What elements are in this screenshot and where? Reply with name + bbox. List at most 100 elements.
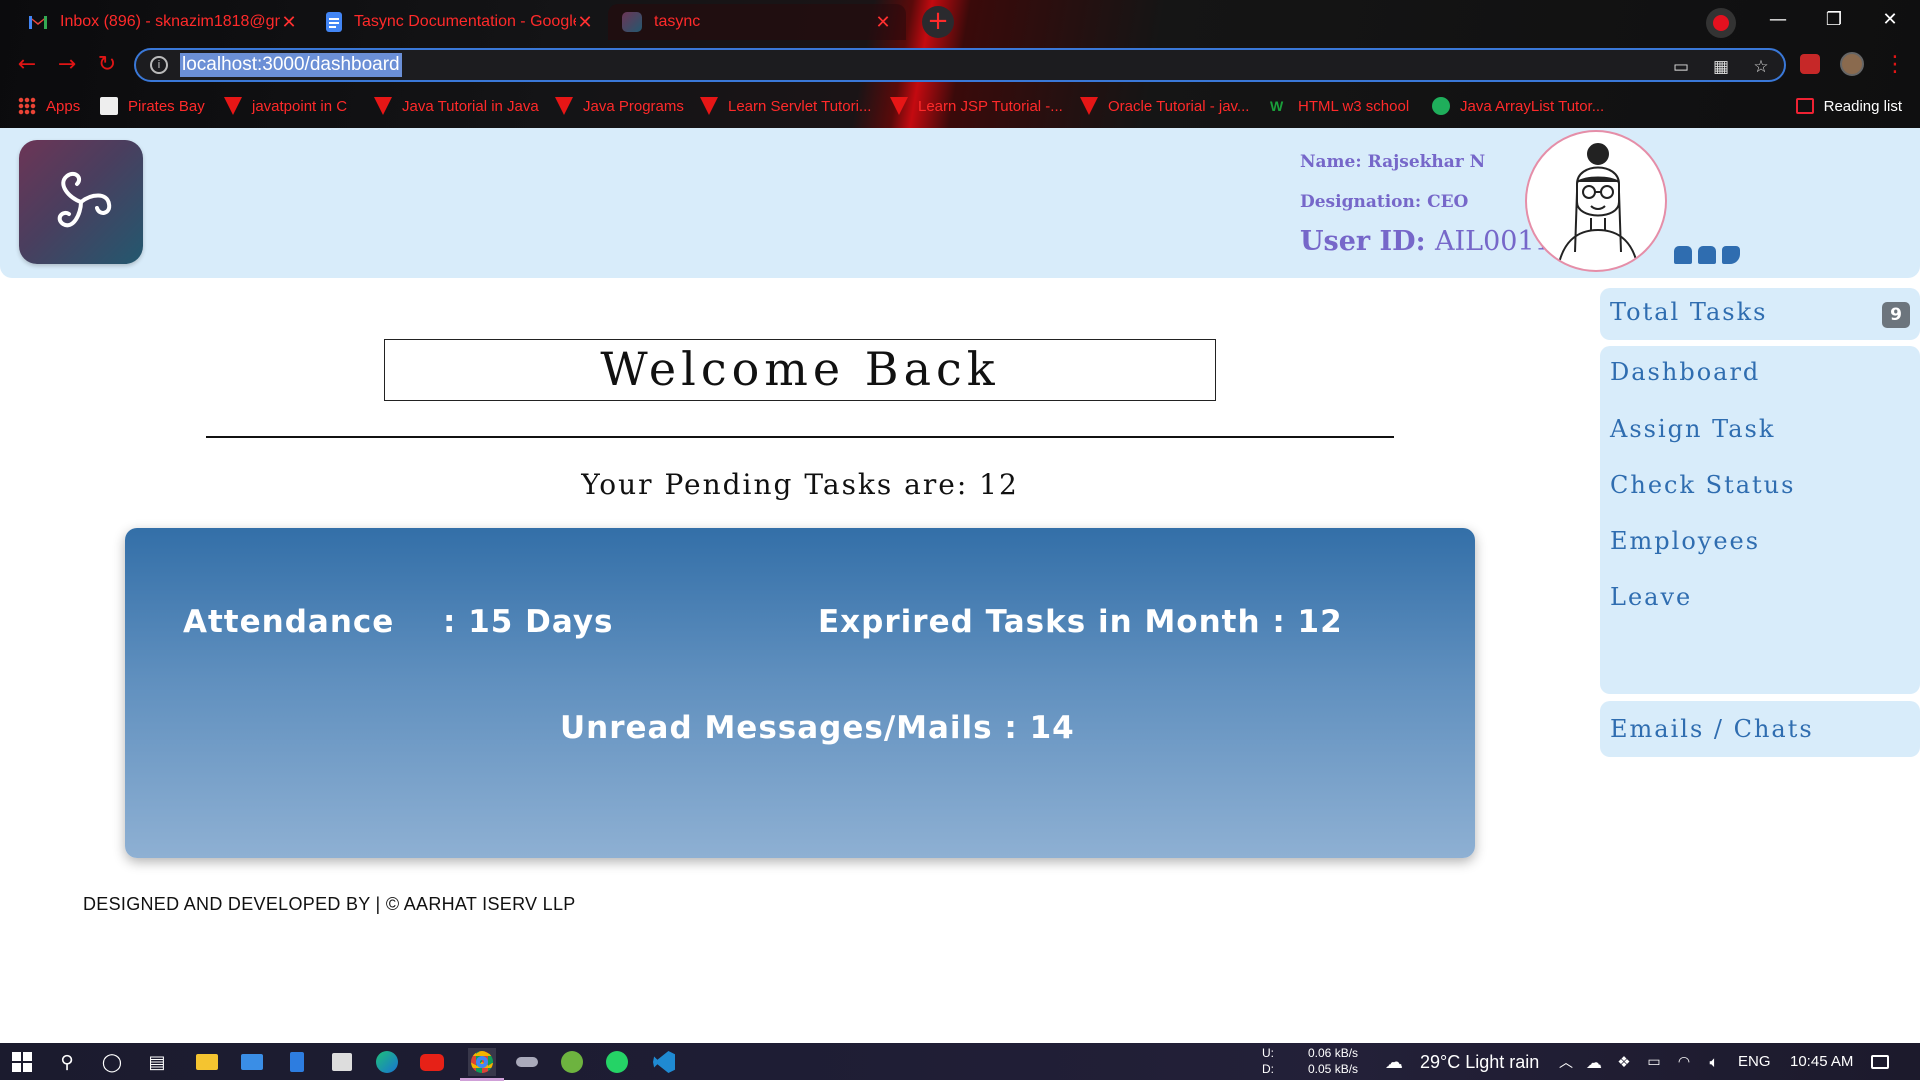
forward-icon[interactable]: →	[52, 50, 82, 80]
store-icon[interactable]	[328, 1048, 356, 1076]
user-designation: Designation: CEO	[1300, 192, 1468, 212]
bookmark-jsp[interactable]: Learn JSP Tutorial -...	[890, 93, 1063, 119]
sidebar-item-emails-chats: Emails / Chats	[1610, 715, 1814, 743]
address-bar[interactable]: i localhost:3000/dashboard ▭ ▦ ☆	[134, 48, 1786, 82]
search-icon[interactable]: ⚲	[53, 1048, 81, 1076]
record-icon[interactable]	[1706, 8, 1736, 38]
pirate-ship-icon	[100, 97, 118, 115]
arraylist-icon	[1432, 97, 1450, 115]
weather-text[interactable]: 29°C Light rain	[1420, 1052, 1539, 1073]
bookmark-label: HTML w3 school	[1298, 97, 1410, 115]
edge-icon[interactable]	[373, 1048, 401, 1076]
bookmark-java-programs[interactable]: Java Programs	[555, 93, 684, 119]
javatpoint-icon	[555, 97, 573, 115]
back-icon[interactable]: ←	[12, 50, 42, 80]
task-view-icon[interactable]: ▤	[143, 1048, 171, 1076]
attendance-value: : 15 Days	[443, 604, 614, 640]
emails-chats-box[interactable]: Emails / Chats	[1600, 701, 1920, 757]
tasync-icon	[622, 12, 642, 32]
volume-icon[interactable]: 🔈︎	[1700, 1048, 1728, 1076]
sidebar-item-assign-task[interactable]: Assign Task	[1610, 415, 1775, 443]
sidebar-item-dashboard[interactable]: Dashboard	[1610, 358, 1760, 386]
user-illustration-icon	[1556, 143, 1640, 270]
dropbox-icon[interactable]: ❖	[1610, 1048, 1638, 1076]
battery-icon[interactable]: ▭	[1640, 1048, 1668, 1076]
sidebar-item-employees[interactable]: Employees	[1610, 527, 1760, 555]
reload-icon[interactable]: ↻	[92, 50, 122, 80]
cloud-rain-icon: ☁	[1385, 1051, 1403, 1073]
language-indicator[interactable]: ENG	[1738, 1053, 1771, 1070]
spring-icon[interactable]	[558, 1048, 586, 1076]
browser-chrome: Inbox (896) - sknazim1818@gma ✕ Tasync D…	[0, 0, 1920, 128]
minimize-icon[interactable]: —	[1750, 0, 1806, 40]
welcome-heading: Welcome Back	[384, 339, 1216, 401]
youtube-icon[interactable]	[418, 1048, 446, 1076]
cast-icon[interactable]: ▭	[1670, 56, 1692, 78]
bookmark-label: javatpoint in C	[252, 97, 348, 115]
whatsapp-icon[interactable]	[603, 1048, 631, 1076]
bookmark-w3school[interactable]: W HTML w3 school	[1270, 93, 1409, 119]
app-logo[interactable]	[19, 140, 143, 264]
reading-list[interactable]: Reading list	[1795, 93, 1902, 119]
net-up-speed: 0.06 kB/s	[1308, 1046, 1359, 1060]
bookmark-star-icon[interactable]: ☆	[1750, 56, 1772, 78]
bookmark-label: Learn Servlet Tutori...	[728, 97, 872, 115]
bookmark-arraylist[interactable]: Java ArrayList Tutor...	[1432, 93, 1604, 119]
onedrive-icon[interactable]: ☁	[1580, 1048, 1608, 1076]
stats-card: Attendance : 15 Days Exprired Tasks in M…	[125, 528, 1475, 858]
avatar[interactable]	[1525, 130, 1667, 272]
bookmark-label: Java Programs	[583, 97, 684, 115]
profile-avatar-icon[interactable]	[1840, 52, 1864, 76]
name-value: Rajsekhar N	[1367, 152, 1486, 172]
notifications-icon[interactable]	[1866, 1048, 1894, 1076]
sidebar-item-leave[interactable]: Leave	[1610, 583, 1692, 611]
triskelion-icon	[57, 171, 112, 228]
close-window-icon[interactable]: ✕	[1862, 0, 1918, 40]
designation-value: CEO	[1427, 192, 1469, 212]
extension-puzzle-icon[interactable]	[1800, 54, 1820, 74]
close-icon[interactable]: ✕	[280, 12, 298, 33]
tab-gmail[interactable]: Inbox (896) - sknazim1818@gma ✕	[14, 4, 312, 40]
bookmark-label: Java ArrayList Tutor...	[1460, 97, 1605, 115]
bookmark-oracle[interactable]: Oracle Tutorial - jav...	[1080, 93, 1249, 119]
chevron-up-icon[interactable]: ︿	[1552, 1048, 1580, 1076]
site-info-icon[interactable]: i	[150, 56, 168, 74]
app-slider-icon[interactable]	[513, 1048, 541, 1076]
sidebar-item-check-status[interactable]: Check Status	[1610, 471, 1795, 499]
total-tasks-box[interactable]: Total Tasks 9	[1600, 288, 1920, 340]
chrome-icon[interactable]	[460, 1048, 504, 1081]
tab-title: Inbox (896) - sknazim1818@gma	[60, 13, 280, 30]
vscode-icon[interactable]	[650, 1048, 678, 1076]
qr-icon[interactable]: ▦	[1710, 56, 1732, 78]
bookmark-apps[interactable]: Apps	[18, 93, 80, 119]
user-name: Name: Rajsekhar N	[1300, 152, 1485, 172]
url-text[interactable]: localhost:3000/dashboard	[180, 53, 402, 77]
windows-start-icon[interactable]	[8, 1048, 36, 1076]
apps-grid-icon	[18, 97, 36, 115]
new-tab-button[interactable]: +	[922, 6, 954, 38]
document-app-icon[interactable]	[283, 1048, 311, 1076]
browser-toolbar: ← → ↻ i localhost:3000/dashboard ▭ ▦ ☆ ⋮	[0, 44, 1920, 86]
wifi-icon[interactable]: ◠	[1670, 1048, 1698, 1076]
javatpoint-icon	[374, 97, 392, 115]
tab-tasync[interactable]: tasync ✕	[608, 4, 906, 40]
javatpoint-icon	[1080, 97, 1098, 115]
tab-docs[interactable]: Tasync Documentation - Google ✕	[312, 4, 608, 40]
total-tasks-label: Total Tasks	[1610, 298, 1768, 326]
clock[interactable]: 10:45 AM	[1790, 1053, 1853, 1070]
bookmark-javatpoint[interactable]: javatpoint in C	[224, 93, 347, 119]
close-icon[interactable]: ✕	[576, 12, 594, 33]
reading-list-label: Reading list	[1823, 97, 1902, 115]
expired-tasks-stat: Exprired Tasks in Month : 12	[818, 604, 1343, 640]
bookmark-java-tutorial[interactable]: Java Tutorial in Java	[374, 93, 539, 119]
cortana-icon[interactable]: ◯	[98, 1048, 126, 1076]
restore-icon[interactable]: ❐	[1806, 0, 1862, 40]
javatpoint-icon	[224, 97, 242, 115]
bookmark-label: Java Tutorial in Java	[402, 97, 539, 115]
bookmark-pirates-bay[interactable]: Pirates Bay	[100, 93, 205, 119]
mail-icon[interactable]	[238, 1048, 266, 1076]
bookmark-servlet[interactable]: Learn Servlet Tutori...	[700, 93, 871, 119]
file-explorer-icon[interactable]	[193, 1048, 221, 1076]
close-icon[interactable]: ✕	[874, 12, 892, 33]
menu-kebab-icon[interactable]: ⋮	[1880, 50, 1910, 80]
